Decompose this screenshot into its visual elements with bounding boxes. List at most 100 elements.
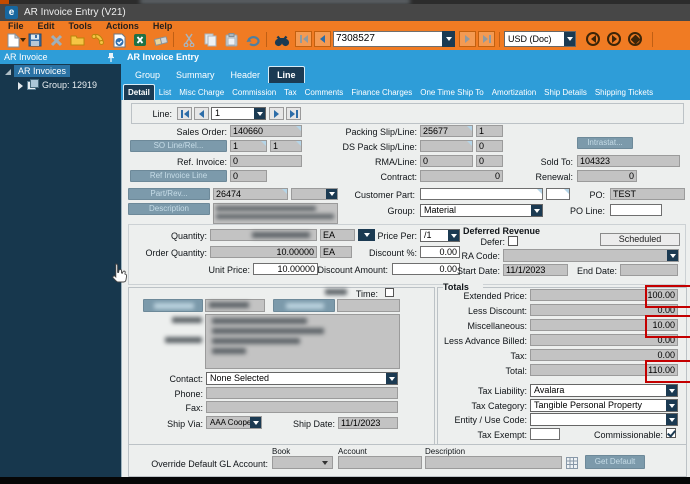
fax-field[interactable] — [206, 401, 398, 413]
gl-book-select[interactable] — [272, 456, 333, 469]
one-time-checkbox[interactable] — [385, 288, 394, 297]
ref-invoice-line-button[interactable]: Ref Invoice Line — [130, 170, 227, 182]
start-date-field[interactable]: 11/1/2023 — [503, 264, 568, 276]
paste-icon[interactable] — [223, 32, 239, 48]
ship-to-button[interactable] — [273, 299, 335, 312]
packing-line-field[interactable]: 1 — [476, 125, 503, 137]
sidebar-item-group[interactable]: Group: 12919 — [42, 80, 97, 90]
tab-misc-charge[interactable]: Misc Charge — [175, 85, 228, 100]
rma-field[interactable]: 0 — [420, 155, 473, 167]
line-last-icon[interactable] — [286, 107, 301, 120]
menu-help[interactable]: Help — [153, 21, 173, 32]
tab-group[interactable]: Group — [127, 67, 168, 83]
cut-icon[interactable] — [181, 32, 197, 48]
part-rev-dropdown-icon[interactable] — [326, 189, 337, 199]
commissionable-checkbox[interactable] — [666, 428, 676, 438]
ship-to-id-field[interactable] — [337, 299, 400, 312]
contact-select[interactable]: None Selected — [206, 372, 398, 385]
ra-code-select[interactable] — [503, 249, 679, 262]
customer-button[interactable] — [143, 299, 203, 312]
menu-file[interactable]: File — [8, 21, 24, 32]
next-record-icon[interactable] — [459, 31, 476, 47]
record-dropdown-icon[interactable] — [442, 31, 455, 47]
rma-line-field[interactable]: 0 — [476, 155, 503, 167]
menu-tools[interactable]: Tools — [69, 21, 92, 32]
tab-one-time-ship-to[interactable]: One Time Ship To — [416, 85, 487, 100]
part-rev-select[interactable] — [291, 188, 338, 200]
tab-shipping-tickets[interactable]: Shipping Tickets — [591, 85, 657, 100]
defer-checkbox[interactable] — [508, 236, 518, 246]
line-previous-icon[interactable] — [194, 107, 209, 120]
tree-expand-icon[interactable] — [5, 69, 11, 75]
entity-use-code-select[interactable] — [530, 413, 678, 426]
phone-field[interactable] — [206, 387, 398, 399]
forward-icon[interactable] — [607, 32, 621, 46]
po-line-field[interactable] — [610, 204, 662, 216]
folder-icon[interactable] — [69, 32, 85, 48]
last-record-icon[interactable] — [478, 31, 495, 47]
record-search-input[interactable]: 7308527 — [333, 31, 443, 47]
line-first-icon[interactable] — [177, 107, 192, 120]
copy-icon[interactable] — [202, 32, 218, 48]
ref-invoice-field[interactable]: 0 — [230, 155, 302, 167]
gl-description-field[interactable] — [425, 456, 562, 469]
copy-doc-icon[interactable] — [111, 32, 127, 48]
previous-record-icon[interactable] — [314, 31, 331, 47]
ds-pack-line-field[interactable]: 0 — [476, 140, 503, 152]
jump-icon[interactable] — [628, 32, 642, 46]
undo-icon[interactable] — [244, 32, 260, 48]
sold-to-field[interactable]: 104323 — [577, 155, 680, 167]
entity-use-dropdown-icon[interactable] — [666, 414, 677, 425]
ship-via-select[interactable]: AAA Cooper — [206, 416, 262, 429]
tax-exempt-field[interactable] — [530, 428, 560, 440]
sidebar-item-ar-invoices[interactable]: AR Invoices — [14, 65, 71, 77]
renewal-field[interactable]: 0 — [577, 170, 637, 182]
group-select[interactable]: Material — [420, 204, 543, 217]
tab-amortization[interactable]: Amortization — [488, 85, 540, 100]
first-record-icon[interactable] — [295, 31, 312, 47]
tab-line[interactable]: Line — [268, 66, 305, 83]
phone-icon[interactable] — [90, 32, 106, 48]
tab-finance-charges[interactable]: Finance Charges — [347, 85, 416, 100]
line-number-select[interactable]: 1 — [211, 107, 266, 120]
ship-via-dropdown-icon[interactable] — [250, 417, 261, 428]
search-icon[interactable] — [274, 32, 290, 48]
tab-comments[interactable]: Comments — [301, 85, 348, 100]
part-rev-button[interactable]: Part/Rev... — [128, 188, 210, 200]
delete-icon[interactable] — [48, 32, 64, 48]
new-dropdown-icon[interactable] — [19, 32, 26, 48]
order-quantity-field[interactable]: 10.00000 — [210, 246, 317, 258]
price-per-select[interactable]: /1 — [420, 229, 460, 242]
tab-list[interactable]: List — [155, 85, 175, 100]
tab-commission[interactable]: Commission — [228, 85, 280, 100]
clear-icon[interactable] — [153, 32, 169, 48]
group-dropdown-icon[interactable] — [531, 205, 542, 216]
grid-icon[interactable] — [566, 457, 578, 469]
excel-icon[interactable] — [132, 32, 148, 48]
so-line-rel-button[interactable]: SO Line/Rel... — [130, 140, 227, 152]
menu-edit[interactable]: Edit — [38, 21, 55, 32]
tab-header[interactable]: Header — [223, 67, 269, 83]
description-button[interactable]: Description — [128, 203, 210, 215]
so-line-field[interactable]: 1 — [230, 140, 267, 152]
ds-pack-slip-field[interactable] — [420, 140, 473, 152]
tree-collapsed-icon[interactable] — [18, 82, 23, 90]
line-next-icon[interactable] — [269, 107, 284, 120]
tax-liability-dropdown-icon[interactable] — [666, 385, 677, 396]
pin-icon[interactable] — [107, 53, 115, 62]
currency-dropdown-icon[interactable] — [564, 32, 575, 46]
tax-liability-select[interactable]: Avalara — [530, 384, 678, 397]
scheduled-button[interactable]: Scheduled — [600, 233, 680, 246]
tab-detail[interactable]: Detail — [123, 84, 155, 100]
tab-tax[interactable]: Tax — [280, 85, 300, 100]
so-rel-field[interactable]: 1 — [270, 140, 302, 152]
sales-order-field[interactable]: 140660 — [230, 125, 302, 137]
contact-dropdown-icon[interactable] — [386, 373, 397, 384]
customer-part-field[interactable] — [420, 188, 543, 200]
part-field[interactable]: 26474 — [213, 188, 288, 200]
end-date-field[interactable] — [620, 264, 678, 276]
currency-select[interactable]: USD (Doc) — [504, 31, 576, 47]
ra-code-dropdown-icon[interactable] — [667, 250, 678, 261]
tax-category-select[interactable]: Tangible Personal Property — [530, 399, 678, 412]
menu-actions[interactable]: Actions — [106, 21, 139, 32]
